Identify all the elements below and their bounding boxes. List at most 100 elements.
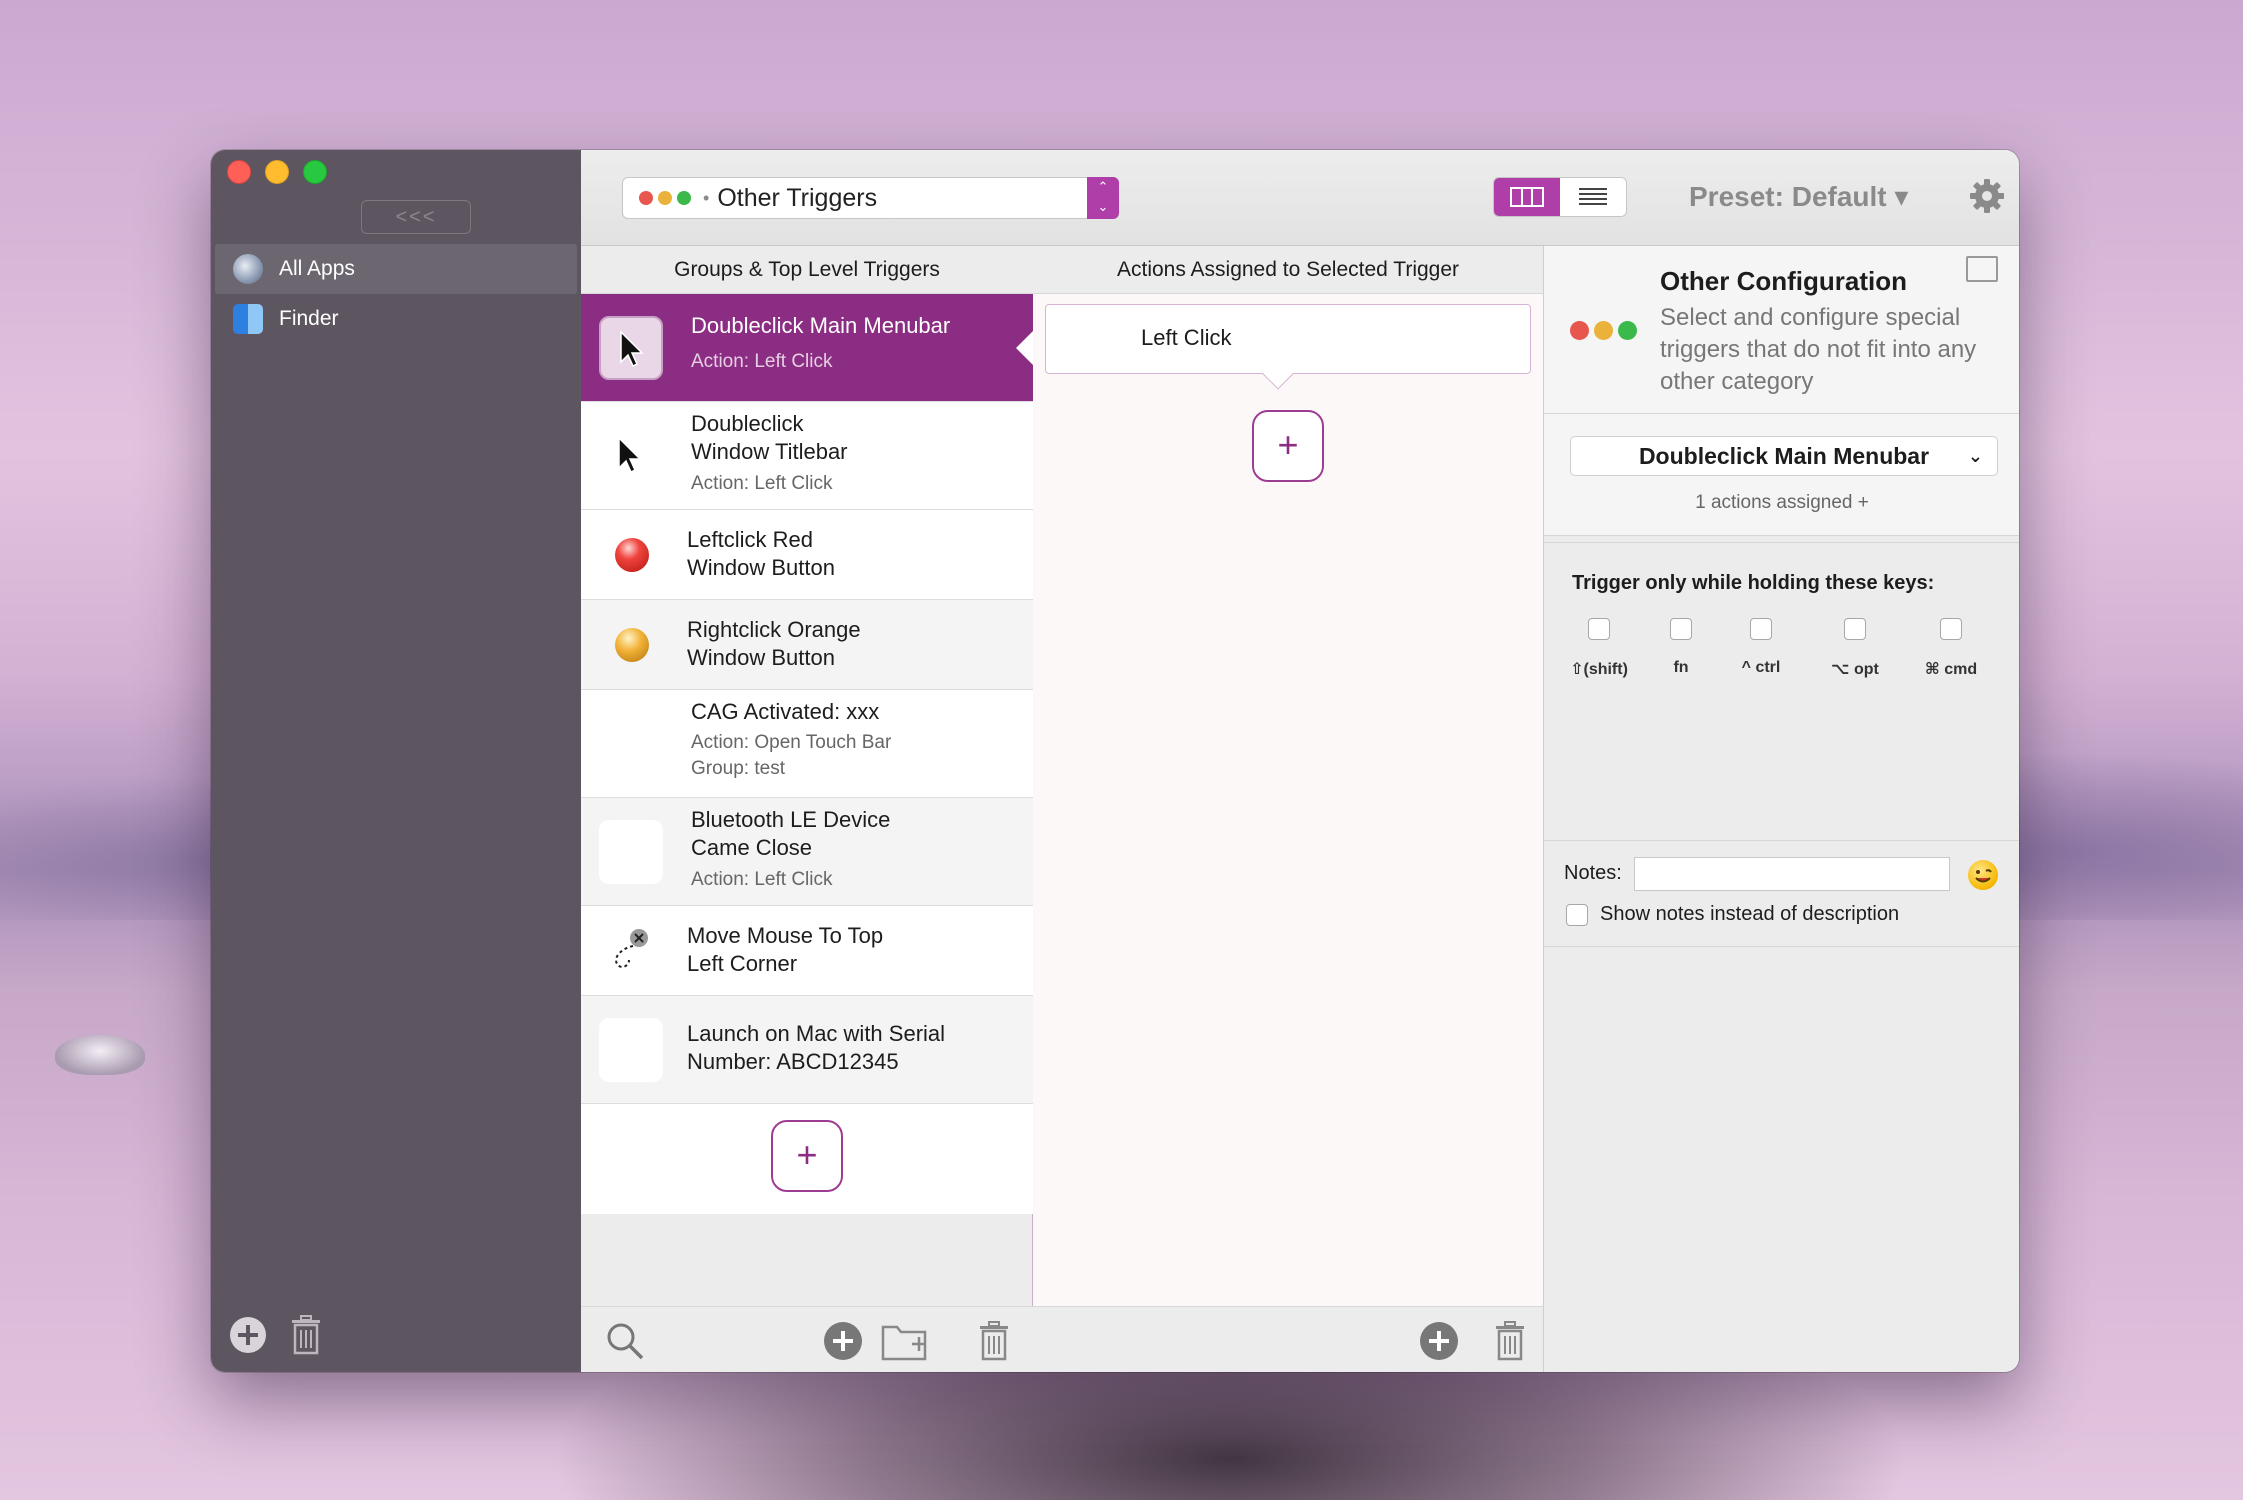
chevron-down-icon: ⌄	[1967, 446, 1983, 466]
trigger-title-line2: Number: ABCD12345	[687, 1049, 899, 1074]
config-title: Other Configuration	[1660, 266, 1907, 296]
preset-selector[interactable]: Preset: Default ▾	[1689, 180, 1908, 213]
trigger-row-doubleclick-main-menubar[interactable]: Doubleclick Main Menubar Action: Left Cl…	[581, 294, 1034, 402]
trash-icon	[1496, 1321, 1524, 1361]
columns-icon	[1510, 187, 1544, 207]
app-sidebar: <<< All Apps Finder	[211, 150, 581, 1372]
action-item-left-click[interactable]: Left Click	[1045, 304, 1531, 390]
add-action-button[interactable]	[1419, 1321, 1459, 1366]
delete-trigger-button[interactable]	[977, 1321, 1011, 1366]
actions-panel: Left Click +	[1033, 294, 1543, 1306]
sidebar-item-finder[interactable]: Finder	[215, 294, 577, 344]
add-trigger-card-button[interactable]: +	[771, 1120, 843, 1192]
opt-checkbox[interactable]	[1844, 618, 1866, 640]
trigger-row-rightclick-orange-window-button[interactable]: Rightclick Orange Window Button	[581, 600, 1033, 690]
trigger-group-label: Group: test	[691, 758, 785, 779]
trigger-title: CAG Activated: xxx	[691, 699, 880, 724]
blank-icon	[599, 1018, 663, 1082]
triggers-column-header: Groups & Top Level Triggers	[581, 246, 1033, 294]
finder-icon	[233, 304, 263, 334]
ctrl-checkbox[interactable]	[1750, 618, 1772, 640]
trigger-text: Leftclick Red Window Button	[687, 526, 835, 582]
red-button-icon	[615, 538, 649, 572]
trigger-row-leftclick-red-window-button[interactable]: Leftclick Red Window Button	[581, 510, 1033, 600]
trigger-row-doubleclick-window-titlebar[interactable]: Doubleclick Window Titlebar Action: Left…	[581, 402, 1033, 510]
trigger-title: Rightclick Orange	[687, 617, 861, 642]
trigger-text: Doubleclick Window Titlebar Action: Left…	[691, 410, 848, 498]
trigger-title: Move Mouse To Top	[687, 923, 884, 948]
add-trigger-area: +	[581, 1104, 1033, 1214]
trigger-dropdown-value: Doubleclick Main Menubar	[1638, 443, 1930, 469]
trigger-selector-area: Doubleclick Main Menubar ⌄ 1 actions ass…	[1544, 414, 2019, 536]
show-notes-option[interactable]: Show notes instead of description	[1566, 903, 1899, 926]
search-icon	[607, 1323, 644, 1360]
detach-window-icon[interactable]	[1966, 256, 1998, 282]
modifier-ctrl: ^ ctrl	[1716, 618, 1806, 677]
modifier-shift: ⇧(shift)	[1554, 618, 1644, 679]
add-action-card-button[interactable]: +	[1252, 410, 1324, 482]
delete-action-button[interactable]	[1493, 1321, 1527, 1366]
key-label: ^ ctrl	[1741, 659, 1781, 676]
gear-icon	[1970, 179, 2004, 213]
actions-column-header: Actions Assigned to Selected Trigger	[1033, 246, 1543, 294]
key-label: ⌥ opt	[1831, 661, 1879, 678]
traffic-lights-icon	[1570, 321, 1637, 340]
trigger-text: Move Mouse To Top Left Corner	[687, 922, 883, 978]
folder-plus-icon	[881, 1325, 927, 1361]
notes-input[interactable]	[1634, 857, 1950, 891]
shift-checkbox[interactable]	[1588, 618, 1610, 640]
trigger-row-move-mouse-top-left[interactable]: Move Mouse To Top Left Corner	[581, 906, 1033, 996]
toolbar: • Other Triggers ⌃ ⌄ Preset: Default ▾	[581, 150, 2019, 246]
trigger-dropdown[interactable]: Doubleclick Main Menubar ⌄	[1570, 436, 1998, 476]
trigger-text: Bluetooth LE Device Came Close Action: L…	[691, 806, 890, 894]
trigger-title-line2: Window Titlebar	[691, 439, 848, 464]
list-icon	[1579, 188, 1607, 205]
plus-circle-icon	[1420, 1322, 1458, 1360]
trigger-row-cag-activated[interactable]: CAG Activated: xxx Action: Open Touch Ba…	[581, 690, 1033, 798]
blank-icon	[599, 820, 663, 884]
search-button[interactable]	[605, 1321, 645, 1366]
settings-button[interactable]	[1969, 178, 2005, 219]
trigger-title-line2: Window Button	[687, 555, 835, 580]
collapse-sidebar-button[interactable]: <<<	[361, 200, 471, 234]
trigger-type-popup[interactable]: • Other Triggers ⌃ ⌄	[622, 177, 1119, 219]
triggers-toolbar	[581, 1306, 1033, 1372]
delete-app-button[interactable]	[289, 1315, 323, 1360]
columns-view-button[interactable]	[1494, 178, 1560, 216]
trigger-action-label: Action: Left Click	[691, 869, 833, 890]
add-trigger-button[interactable]	[823, 1321, 863, 1366]
trigger-row-bluetooth-le-device[interactable]: Bluetooth LE Device Came Close Action: L…	[581, 798, 1033, 906]
divider	[1544, 946, 2019, 947]
trigger-title: Bluetooth LE Device	[691, 807, 891, 832]
fn-checkbox[interactable]	[1670, 618, 1692, 640]
add-app-button[interactable]	[229, 1316, 267, 1359]
show-notes-checkbox[interactable]	[1566, 903, 1588, 926]
list-view-button[interactable]	[1560, 178, 1626, 216]
minimize-window-button[interactable]	[265, 160, 289, 184]
trigger-action-label: Action: Open Touch Bar	[691, 732, 892, 753]
sidebar-item-label: Finder	[279, 307, 339, 330]
actions-assigned-link[interactable]: 1 actions assigned +	[1544, 492, 2019, 514]
key-label: fn	[1673, 659, 1689, 676]
key-label: ⇧(shift)	[1570, 661, 1628, 678]
trigger-title: Leftclick Red	[687, 527, 813, 552]
card-pointer	[1262, 358, 1294, 390]
sidebar-item-label: All Apps	[279, 257, 355, 280]
close-window-button[interactable]	[227, 160, 251, 184]
bullet-icon: •	[703, 187, 710, 208]
cmd-checkbox[interactable]	[1940, 618, 1962, 640]
key-label: ⌘ cmd	[1924, 661, 1978, 678]
trigger-title-line2: Came Close	[691, 835, 813, 860]
trigger-title: Launch on Mac with Serial	[687, 1021, 946, 1046]
zoom-window-button[interactable]	[303, 160, 327, 184]
globe-icon	[233, 254, 263, 284]
add-group-button[interactable]	[881, 1321, 929, 1366]
modifier-keys-title: Trigger only while holding these keys:	[1572, 572, 1935, 594]
sidebar-item-all-apps[interactable]: All Apps	[215, 244, 577, 294]
emoji-picker-icon[interactable]	[1968, 860, 1998, 890]
trigger-title: Doubleclick Main Menubar	[691, 313, 951, 338]
trigger-row-launch-on-mac-serial[interactable]: Launch on Mac with Serial Number: ABCD12…	[581, 996, 1033, 1104]
trigger-text: Doubleclick Main Menubar Action: Left Cl…	[691, 312, 950, 376]
trigger-title-line2: Left Corner	[687, 951, 798, 976]
orange-button-icon	[615, 628, 649, 662]
